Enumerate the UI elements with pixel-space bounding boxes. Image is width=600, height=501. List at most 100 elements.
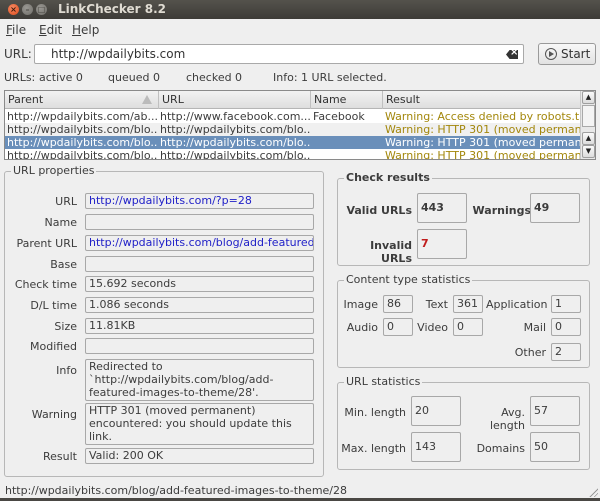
url-input-value: http://wpdailybits.com — [51, 47, 186, 61]
scroll-up-icon[interactable]: ▲ — [582, 91, 595, 104]
image-value: 86 — [383, 295, 413, 313]
check-results-title: Check results — [344, 171, 432, 184]
result-field[interactable]: Valid: 200 OK — [85, 448, 314, 464]
text-value: 361 — [453, 295, 483, 313]
cell-result: Warning: HTTP 301 (moved perman... — [385, 149, 581, 160]
info-field[interactable]: Redirected to `http://wpdailybits.com/bl… — [85, 359, 314, 401]
table-row[interactable]: http://wpdailybits.com/blo... http://wpd… — [5, 149, 581, 160]
maximize-window-button[interactable]: □ — [36, 4, 47, 15]
url-field[interactable]: http://wpdailybits.com/?p=28 — [85, 193, 314, 209]
title-bar: × – □ LinkChecker 8.2 — [0, 0, 600, 19]
modified-label: Modified — [30, 340, 77, 353]
urls-label: URLs: — [4, 71, 36, 84]
minimize-window-button[interactable]: – — [22, 4, 33, 15]
warning-label: Warning — [31, 408, 77, 421]
content-type-statistics-group: Content type statistics Image 86 Text 36… — [337, 273, 590, 368]
scroll-down-icon[interactable]: ▼ — [582, 145, 595, 158]
domains-label: Domains — [476, 442, 525, 455]
avg-length-label: Avg. length — [489, 406, 525, 432]
modified-field[interactable] — [85, 338, 314, 354]
column-header-url[interactable]: URL — [159, 91, 311, 109]
video-value: 0 — [453, 318, 483, 336]
info-label: Info — [56, 364, 77, 377]
info-text: Info: 1 URL selected. — [273, 71, 387, 84]
cell-url: http://www.facebook.com... — [160, 110, 310, 123]
check-results-group: Check results Valid URLs 443 Warnings 49… — [337, 171, 590, 266]
cell-result: Warning: Access denied by robots.t... — [385, 110, 581, 123]
sort-ascending-icon — [142, 95, 152, 104]
parent-url-label: Parent URL — [16, 237, 77, 250]
url-properties-title: URL properties — [11, 164, 97, 177]
mail-value: 0 — [551, 318, 581, 336]
table-header: Parent URL Name Result — [5, 91, 581, 109]
url-properties-group: URL properties URL http://wpdailybits.co… — [4, 164, 324, 477]
cell-name: Facebook — [313, 110, 365, 123]
cell-result: Warning: HTTP 301 (moved perman... — [385, 136, 581, 149]
active-count: active 0 — [39, 71, 83, 84]
max-length-value: 143 — [411, 432, 461, 462]
name-field[interactable] — [85, 214, 314, 230]
dl-time-label: D/L time — [30, 299, 77, 312]
table-row[interactable]: http://wpdailybits.com/blo... http://wpd… — [5, 123, 581, 136]
warnings-label: Warnings — [472, 204, 531, 217]
column-header-name[interactable]: Name — [311, 91, 383, 109]
menu-edit[interactable]: Edit — [39, 23, 62, 37]
url-statistics-group: URL statistics Min. length 20 Avg. lengt… — [337, 375, 590, 470]
valid-urls-label: Valid URLs — [346, 204, 412, 217]
invalid-urls-label: Invalid URLs — [370, 239, 412, 265]
cell-result: Warning: HTTP 301 (moved perman... — [385, 123, 581, 136]
maximize-icon: □ — [37, 5, 46, 14]
audio-label: Audio — [346, 321, 378, 334]
base-field[interactable] — [85, 256, 314, 272]
other-label: Other — [514, 346, 546, 359]
domains-value: 50 — [530, 432, 580, 462]
size-label: Size — [54, 320, 77, 333]
valid-urls-value: 443 — [417, 193, 467, 223]
cell-parent: http://wpdailybits.com/ab... — [7, 110, 157, 123]
invalid-urls-value: 7 — [417, 229, 467, 259]
queued-count: queued 0 — [108, 71, 160, 84]
table-row-selected[interactable]: http://wpdailybits.com/blo... http://wpd… — [5, 136, 581, 149]
warning-field[interactable]: HTTP 301 (moved permanent) encountered: … — [85, 403, 314, 445]
cell-url: http://wpdailybits.com/blo... — [160, 123, 310, 136]
dl-time-field[interactable]: 1.086 seconds — [85, 297, 314, 313]
url-input[interactable]: http://wpdailybits.com — [34, 44, 524, 64]
application-value: 1 — [551, 295, 581, 313]
window-title: LinkChecker 8.2 — [58, 2, 167, 16]
image-label: Image — [343, 298, 378, 311]
application-label: Application — [486, 298, 548, 311]
other-value: 2 — [551, 343, 581, 361]
video-label: Video — [417, 321, 448, 334]
result-label: Result — [43, 450, 77, 463]
close-window-button[interactable]: × — [8, 4, 19, 15]
scroll-up-icon[interactable]: ▲ — [582, 132, 595, 145]
menu-help[interactable]: Help — [72, 23, 99, 37]
cell-parent: http://wpdailybits.com/blo... — [7, 123, 157, 136]
table-row[interactable]: http://wpdailybits.com/ab... http://www.… — [5, 110, 581, 123]
cell-parent: http://wpdailybits.com/blo... — [7, 136, 157, 149]
size-field[interactable]: 11.81KB — [85, 318, 314, 334]
warnings-value: 49 — [530, 193, 580, 223]
play-icon — [545, 48, 557, 60]
check-time-label: Check time — [14, 278, 77, 291]
text-label: Text — [425, 298, 448, 311]
column-header-result[interactable]: Result — [383, 91, 581, 109]
url-statistics-title: URL statistics — [344, 375, 423, 388]
scrollbar-thumb[interactable] — [582, 105, 595, 127]
close-icon: × — [10, 5, 17, 14]
results-table[interactable]: Parent URL Name Result http://wpdailybit… — [4, 90, 596, 160]
clear-input-icon[interactable] — [506, 50, 518, 59]
table-scrollbar[interactable]: ▲ ▲ ▼ — [580, 91, 595, 159]
minimize-icon: – — [25, 5, 30, 14]
column-header-parent[interactable]: Parent — [5, 91, 159, 109]
start-button[interactable]: Start — [538, 43, 596, 65]
audio-value: 0 — [383, 318, 413, 336]
url-label: URL: — [4, 47, 32, 61]
mail-label: Mail — [523, 321, 546, 334]
avg-length-value: 57 — [530, 396, 580, 426]
parent-url-field[interactable]: http://wpdailybits.com/blog/add-featured… — [85, 235, 314, 251]
content-type-statistics-title: Content type statistics — [344, 273, 473, 286]
url-label: URL — [55, 195, 77, 208]
check-time-field[interactable]: 15.692 seconds — [85, 276, 314, 292]
menu-file[interactable]: File — [6, 23, 26, 37]
